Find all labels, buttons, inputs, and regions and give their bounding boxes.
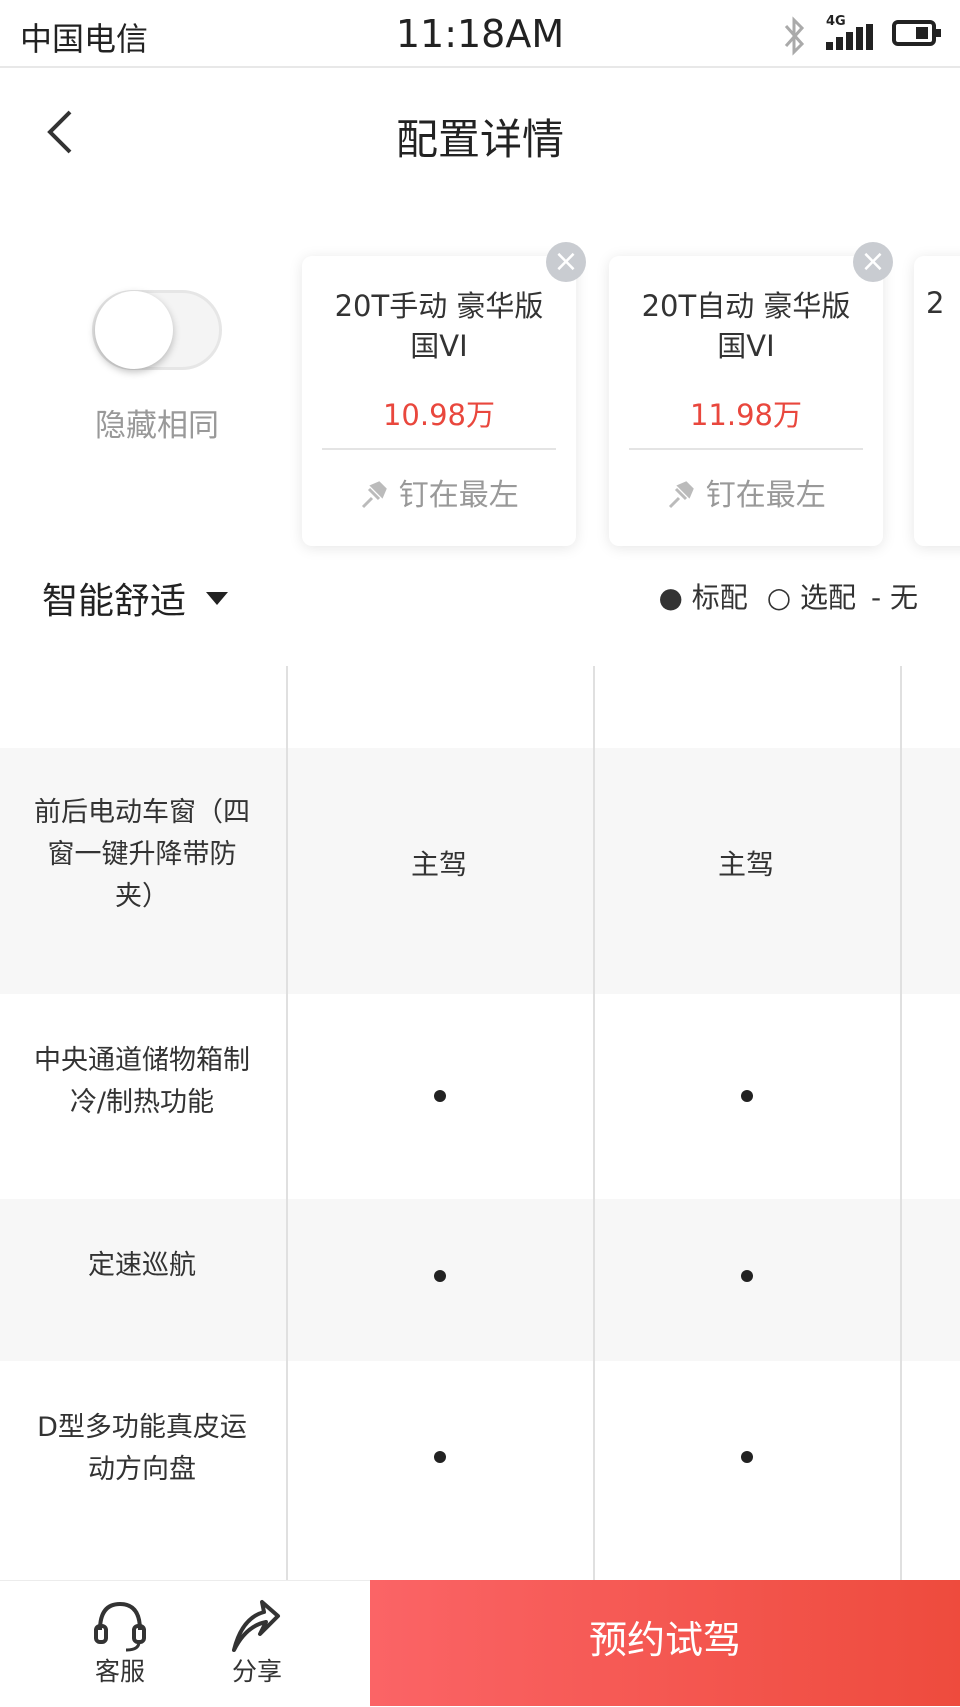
column-divider bbox=[593, 666, 595, 1706]
legend-optional: 选配 bbox=[800, 581, 857, 614]
model-name-line1: 20T自动 豪华版 bbox=[641, 289, 851, 323]
standard-dot-icon bbox=[434, 1451, 446, 1463]
service-label[interactable]: 客服 bbox=[75, 1652, 165, 1688]
book-test-drive-button[interactable]: 预约试驾 bbox=[370, 1580, 960, 1706]
close-icon[interactable]: × bbox=[853, 242, 893, 282]
model-card[interactable]: 20T自动 豪华版 国VI 11.98万 钉在最左 × bbox=[609, 242, 893, 546]
signal-icon bbox=[826, 24, 876, 50]
table-row: D型多功能真皮运 动方向盘 bbox=[0, 1361, 960, 1580]
standard-dot-icon bbox=[741, 1270, 753, 1282]
model-price: 10.98万 bbox=[382, 398, 496, 432]
model-name-line1: 20T手动 豪华版 bbox=[334, 289, 544, 323]
column-divider bbox=[286, 666, 288, 1706]
standard-dot-icon bbox=[434, 1090, 446, 1102]
caret-down-icon[interactable] bbox=[206, 592, 228, 605]
dash-icon: - bbox=[870, 581, 882, 614]
battery-icon bbox=[892, 20, 941, 46]
hollow-dot-icon: ○ bbox=[766, 581, 792, 614]
model-price: 11.98万 bbox=[689, 398, 803, 432]
model-name: 20T手动 豪华版 国VI bbox=[302, 286, 576, 366]
pin-left-button[interactable]: 钉在最左 bbox=[609, 470, 883, 514]
headset-icon[interactable] bbox=[90, 1596, 150, 1656]
legend: ● 标配 ○ 选配 - 无 bbox=[658, 576, 918, 616]
model-card[interactable]: 20T手动 豪华版 国VI 10.98万 钉在最左 × bbox=[302, 242, 586, 546]
pin-label: 钉在最左 bbox=[705, 478, 826, 513]
legend-standard: 标配 bbox=[691, 581, 748, 614]
toggle-knob bbox=[95, 291, 173, 369]
pin-icon bbox=[362, 481, 387, 509]
pin-left-button[interactable]: 钉在最左 bbox=[302, 470, 576, 514]
status-time: 11:18AM bbox=[395, 12, 565, 56]
table-cell: 主驾 bbox=[717, 848, 774, 881]
page-title: 配置详情 bbox=[395, 115, 564, 164]
hide-same-label: 隐藏相同 bbox=[95, 408, 219, 444]
close-icon[interactable]: × bbox=[546, 242, 586, 282]
divider bbox=[629, 448, 863, 450]
row-label: 定速巡航 bbox=[88, 1250, 196, 1281]
column-divider bbox=[900, 666, 902, 1706]
model-name-line2: 国VI bbox=[717, 329, 775, 363]
standard-dot-icon bbox=[741, 1090, 753, 1102]
standard-dot-icon bbox=[741, 1451, 753, 1463]
section-dropdown[interactable]: 智能舒适 bbox=[42, 572, 186, 624]
table-row: 前后电动车窗（四 窗一键升降带防 夹） 主驾 主驾 bbox=[0, 748, 960, 994]
divider bbox=[322, 448, 556, 450]
pin-label: 钉在最左 bbox=[398, 478, 519, 513]
standard-dot-icon bbox=[434, 1270, 446, 1282]
share-icon[interactable] bbox=[226, 1596, 286, 1656]
pin-icon bbox=[669, 481, 694, 509]
table-row: 中央通道储物箱制 冷/制热功能 bbox=[0, 994, 960, 1199]
share-label[interactable]: 分享 bbox=[212, 1652, 302, 1688]
legend-none: 无 bbox=[889, 581, 918, 614]
filled-dot-icon: ● bbox=[658, 581, 683, 614]
hide-same-toggle[interactable] bbox=[92, 290, 222, 370]
model-card-partial[interactable]: 2 bbox=[914, 256, 960, 546]
row-label: 中央通道储物箱制 冷/制热功能 bbox=[34, 1045, 250, 1118]
model-name-line2: 国VI bbox=[410, 329, 468, 363]
bluetooth-icon bbox=[782, 16, 808, 65]
row-label: 前后电动车窗（四 窗一键升降带防 夹） bbox=[34, 797, 250, 912]
table-cell: 主驾 bbox=[410, 848, 467, 881]
model-name-partial: 2 bbox=[926, 286, 945, 320]
table-row: 定速巡航 bbox=[0, 1199, 960, 1361]
status-bar: 中国电信 11:18AM 4G bbox=[0, 0, 960, 68]
model-name: 20T自动 豪华版 国VI bbox=[609, 286, 883, 366]
row-label: D型多功能真皮运 动方向盘 bbox=[37, 1412, 247, 1485]
